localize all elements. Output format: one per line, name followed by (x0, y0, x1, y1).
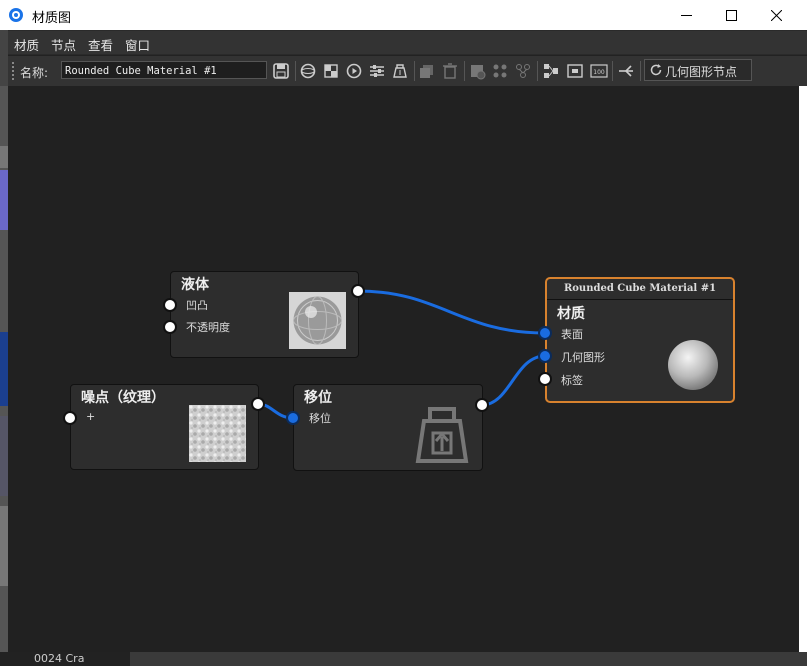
material-geometry-input-port[interactable] (538, 349, 552, 363)
opacity-port-label: 不透明度 (186, 321, 230, 334)
material-label-input-port[interactable] (538, 372, 552, 386)
liquid-bump-input-port[interactable] (163, 298, 177, 312)
noise-node-title: 噪点（纹理） (81, 390, 165, 406)
noise-input-label: + (86, 410, 96, 423)
displace-input-label: 移位 (309, 412, 331, 425)
surface-port-label: 表面 (561, 328, 583, 341)
displace-bag-icon (415, 407, 469, 463)
displace-node-title: 移位 (304, 390, 332, 406)
geometry-port-label: 几何图形 (561, 351, 605, 364)
noise-input-port[interactable] (63, 411, 77, 425)
wire-displace-to-geometry (481, 354, 546, 407)
background-file-label: 0024 Cra (34, 652, 85, 665)
bump-port-label: 凹凸 (186, 299, 208, 312)
material-sphere-preview (668, 340, 718, 390)
material-node-header: Rounded Cube Material #1 (547, 279, 733, 300)
background-bottom-strip: 0024 Cra (0, 652, 807, 666)
noise-output-port[interactable] (251, 397, 265, 411)
wire-liquid-to-surface (357, 289, 546, 335)
displace-output-port[interactable] (475, 398, 489, 412)
material-node-title: 材质 (557, 306, 585, 322)
liquid-output-port[interactable] (351, 284, 365, 298)
liquid-node[interactable]: 液体 凹凸 不透明度 (170, 271, 359, 358)
label-port-label: 标签 (561, 374, 583, 387)
material-surface-input-port[interactable] (538, 326, 552, 340)
displace-input-port[interactable] (286, 411, 300, 425)
noise-preview-thumbnail (189, 405, 246, 462)
liquid-opacity-input-port[interactable] (163, 320, 177, 334)
liquid-preview-thumbnail (289, 292, 346, 349)
liquid-node-title: 液体 (181, 277, 209, 293)
material-node[interactable]: Rounded Cube Material #1 材质 表面 几何图形 标签 (545, 277, 735, 403)
noise-node[interactable]: 噪点（纹理） + (70, 384, 259, 470)
displace-node[interactable]: 移位 移位 (293, 384, 483, 471)
